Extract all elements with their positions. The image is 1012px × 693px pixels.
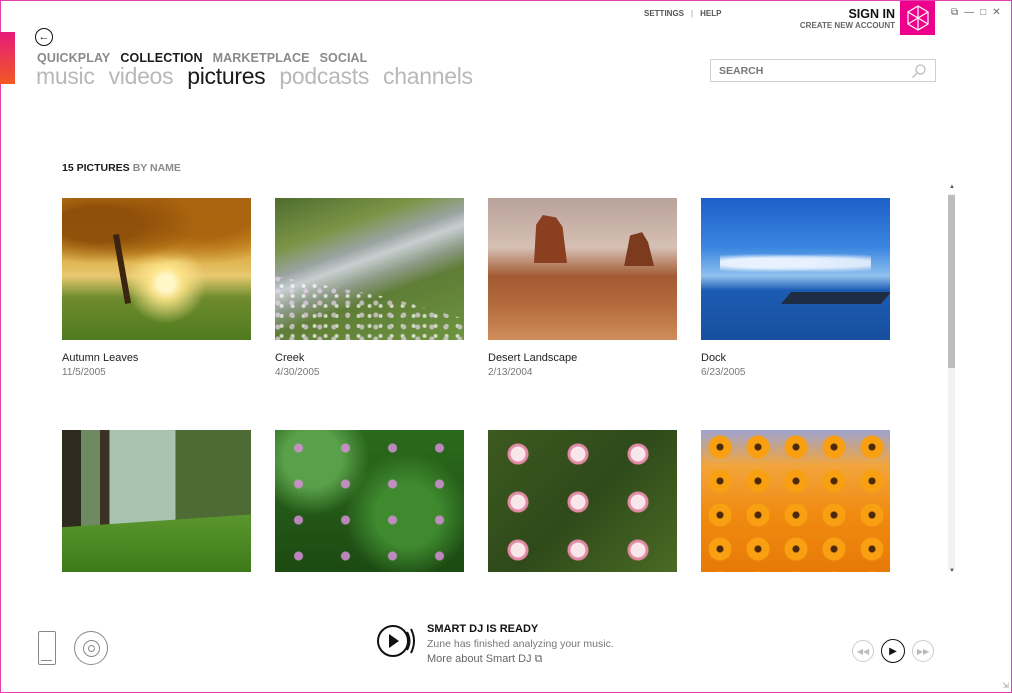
picture-tile[interactable]: Desert Landscape 2/13/2004 (488, 198, 677, 430)
close-icon[interactable]: ✕ (992, 8, 1000, 18)
picture-date: 6/23/2005 (701, 367, 746, 378)
picture-date: 2/13/2004 (488, 367, 533, 378)
picture-thumbnail[interactable] (275, 430, 464, 572)
picture-tile[interactable] (701, 430, 890, 572)
scroll-up-icon[interactable]: ▲ (949, 184, 955, 190)
top-links: SETTINGS | HELP (644, 9, 721, 18)
device-icon[interactable] (38, 631, 56, 665)
smart-dj-icon[interactable] (375, 622, 415, 660)
smart-dj-link-label[interactable]: More about Smart DJ (427, 653, 532, 665)
previous-button[interactable]: ◀◀ (852, 640, 874, 662)
picture-date: 11/5/2005 (62, 367, 106, 378)
smart-dj-message: Zune has finished analyzing your music. (427, 638, 614, 650)
collection-header: 15 PICTURES BY NAME (62, 162, 181, 174)
picture-tile[interactable]: Dock 6/23/2005 (701, 198, 890, 430)
create-account-link[interactable]: CREATE NEW ACCOUNT (800, 21, 895, 30)
picture-thumbnail[interactable] (701, 198, 890, 340)
sort-by-name[interactable]: BY NAME (133, 162, 181, 174)
resize-grip-icon[interactable]: ⇲ (1002, 681, 1009, 690)
picture-date: 4/30/2005 (275, 367, 320, 378)
smart-dj-title: SMART DJ IS READY (427, 623, 539, 635)
maximize-icon[interactable]: □ (980, 8, 986, 18)
search-box[interactable] (710, 59, 936, 82)
scroll-thumb[interactable] (948, 195, 955, 368)
picture-thumbnail[interactable] (488, 198, 677, 340)
help-link[interactable]: HELP (700, 9, 721, 18)
next-button[interactable]: ▶▶ (912, 640, 934, 662)
window-controls: ⧉ — □ ✕ (951, 8, 1001, 18)
smart-dj-link[interactable]: More about Smart DJ ⧉ (427, 653, 614, 666)
picture-name: Autumn Leaves (62, 352, 139, 364)
picture-name: Creek (275, 352, 305, 364)
picture-tile[interactable]: Creek 4/30/2005 (275, 198, 464, 430)
picture-tile[interactable]: Autumn Leaves 11/5/2005 (62, 198, 251, 430)
zune-logo-icon (900, 1, 935, 35)
search-input[interactable] (719, 64, 911, 77)
vertical-scrollbar[interactable]: ▲ ▼ (946, 184, 957, 578)
subnav-pictures[interactable]: pictures (187, 63, 265, 90)
picture-thumbnail[interactable] (488, 430, 677, 572)
picture-thumbnail[interactable] (62, 198, 251, 340)
restore-compact-icon[interactable]: ⧉ (951, 8, 958, 18)
picture-tile[interactable] (488, 430, 677, 572)
smart-dj-status: SMART DJ IS READY Zune has finished anal… (427, 623, 614, 666)
picture-name: Desert Landscape (488, 352, 578, 364)
account-area: SIGN IN CREATE NEW ACCOUNT (800, 7, 895, 30)
back-button[interactable]: ← (35, 28, 53, 46)
subnav-channels[interactable]: channels (383, 63, 473, 90)
settings-link[interactable]: SETTINGS (644, 9, 684, 18)
sub-nav: music videos pictures podcasts channels (36, 63, 473, 90)
picture-tile[interactable] (62, 430, 251, 572)
fast-forward-icon: ▶▶ (916, 646, 930, 656)
picture-tile[interactable] (275, 430, 464, 572)
picture-thumbnail[interactable] (701, 430, 890, 572)
sign-in-link[interactable]: SIGN IN (800, 7, 895, 21)
picture-count: 15 PICTURES (62, 162, 130, 174)
external-window-icon: ⧉ (534, 653, 543, 665)
picture-thumbnail[interactable] (275, 198, 464, 340)
playback-controls: ◀◀ ▶ ▶▶ (852, 639, 934, 663)
subnav-music[interactable]: music (36, 63, 95, 90)
rewind-icon: ◀◀ (856, 646, 870, 656)
play-button[interactable]: ▶ (881, 639, 905, 663)
scroll-down-icon[interactable]: ▼ (949, 568, 955, 574)
play-icon: ▶ (889, 645, 897, 657)
link-separator: | (691, 9, 694, 18)
minimize-icon[interactable]: — (964, 8, 974, 18)
picture-grid: Autumn Leaves 11/5/2005 Creek 4/30/2005 … (62, 198, 897, 572)
search-icon[interactable] (911, 63, 927, 79)
back-arrow-icon: ← (38, 30, 50, 43)
subnav-videos[interactable]: videos (109, 63, 174, 90)
picture-thumbnail[interactable] (62, 430, 251, 572)
subnav-podcasts[interactable]: podcasts (279, 63, 369, 90)
disc-icon[interactable] (74, 631, 108, 665)
accent-bar (0, 32, 15, 84)
picture-name: Dock (701, 352, 727, 364)
